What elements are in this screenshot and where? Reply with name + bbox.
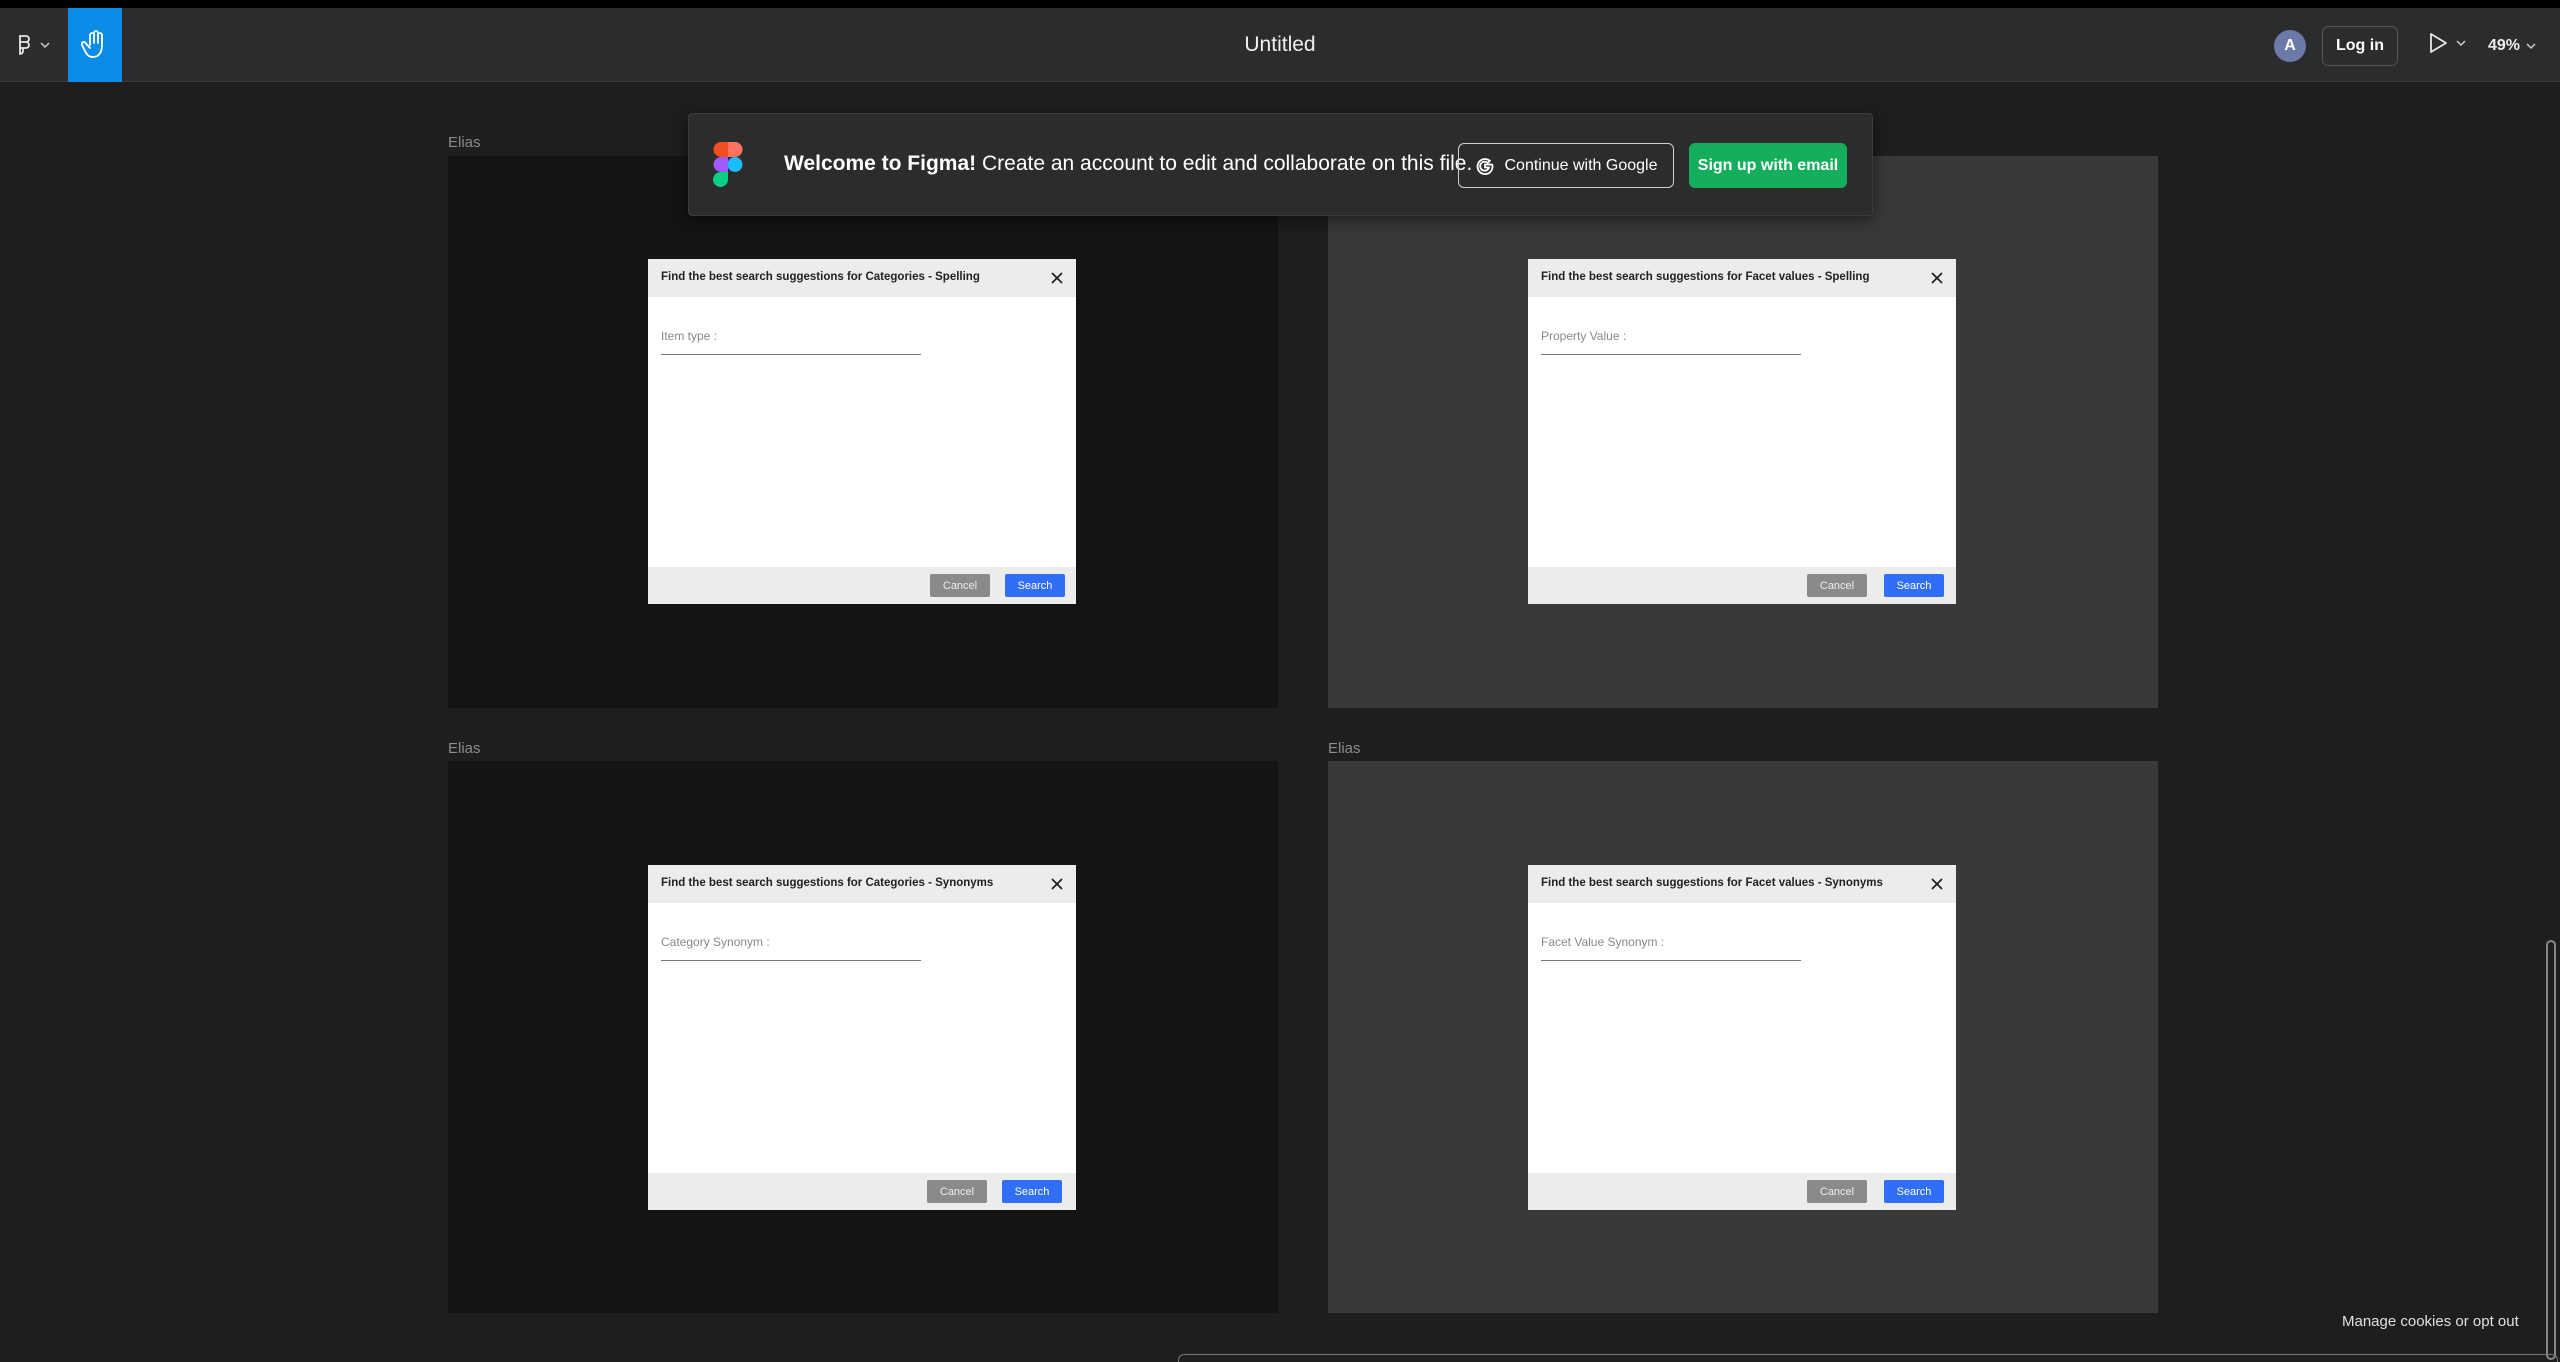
google-button-label: Continue with Google [1504, 156, 1658, 174]
welcome-banner: Welcome to Figma! Create an account to e… [688, 113, 1873, 216]
field-label: Facet Value Synonym : [1541, 935, 1665, 949]
canvas-frame[interactable]: Find the best search suggestions for Cat… [448, 156, 1278, 708]
dialog-footer: Cancel Search [648, 567, 1076, 604]
cancel-button[interactable]: Cancel [927, 1180, 987, 1203]
zoom-level: 49% [2488, 37, 2521, 54]
chevron-down-icon [2456, 40, 2466, 47]
chevron-down-icon [2526, 43, 2536, 50]
welcome-body: Create an account to edit and collaborat… [976, 152, 1473, 175]
search-button[interactable]: Search [1884, 574, 1944, 597]
search-dialog: Find the best search suggestions for Cat… [648, 259, 1076, 604]
welcome-heading: Welcome to Figma! [784, 152, 977, 175]
hand-tool-button[interactable] [68, 8, 122, 82]
input-underline[interactable] [1541, 960, 1801, 961]
google-icon [1476, 157, 1493, 175]
toolbar: Untitled A Log in 49% [0, 8, 2560, 82]
frame-label: Elias [1328, 740, 1361, 757]
scrollbar[interactable] [2546, 940, 2556, 1360]
cancel-button[interactable]: Cancel [930, 574, 990, 597]
bottom-panel-edge [1178, 1354, 2558, 1362]
file-title: Untitled [1244, 33, 1316, 56]
search-button[interactable]: Search [1005, 574, 1065, 597]
input-underline[interactable] [661, 960, 921, 961]
continue-with-google-button[interactable]: Continue with Google [1458, 143, 1674, 188]
frame-label: Elias [448, 134, 481, 151]
figma-logo-icon [713, 142, 743, 187]
zoom-dropdown[interactable]: 49% [2488, 32, 2536, 60]
canvas-frame[interactable]: Find the best search suggestions for Cat… [448, 761, 1278, 1313]
welcome-message: Welcome to Figma! Create an account to e… [784, 152, 1472, 176]
sign-up-with-email-button[interactable]: Sign up with email [1689, 143, 1847, 188]
search-dialog: Find the best search suggestions for Cat… [648, 865, 1076, 1210]
chevron-down-icon [40, 42, 50, 49]
dialog-title: Find the best search suggestions for Cat… [661, 877, 994, 889]
close-icon[interactable] [1928, 269, 1946, 287]
window-top-edge [0, 0, 2560, 8]
field-label: Property Value : [1541, 329, 1627, 343]
dialog-title: Find the best search suggestions for Fac… [1541, 877, 1883, 889]
field-label: Category Synonym : [661, 935, 770, 949]
dialog-footer: Cancel Search [1528, 1173, 1956, 1210]
canvas-frame[interactable]: Find the best search suggestions for Fac… [1328, 156, 2158, 708]
search-dialog: Find the best search suggestions for Fac… [1528, 259, 1956, 604]
cancel-button[interactable]: Cancel [1807, 574, 1867, 597]
main-menu-button[interactable] [14, 30, 58, 60]
dialog-title: Find the best search suggestions for Cat… [661, 271, 980, 283]
dialog-header: Find the best search suggestions for Cat… [648, 865, 1076, 903]
dialog-header: Find the best search suggestions for Cat… [648, 259, 1076, 297]
dialog-title: Find the best search suggestions for Fac… [1541, 271, 1870, 283]
canvas-frame[interactable]: Find the best search suggestions for Fac… [1328, 761, 2158, 1313]
manage-cookies-link[interactable]: Manage cookies or opt out [2342, 1313, 2519, 1330]
search-dialog: Find the best search suggestions for Fac… [1528, 865, 1956, 1210]
present-button[interactable] [2428, 32, 2466, 54]
hand-icon [81, 30, 103, 58]
close-icon[interactable] [1048, 875, 1066, 893]
close-icon[interactable] [1928, 875, 1946, 893]
input-underline[interactable] [1541, 354, 1801, 355]
figma-menu-icon [19, 35, 30, 55]
field-label: Item type : [661, 329, 718, 343]
search-button[interactable]: Search [1884, 1180, 1944, 1203]
frame-label: Elias [448, 740, 481, 757]
dialog-footer: Cancel Search [1528, 567, 1956, 604]
dialog-header: Find the best search suggestions for Fac… [1528, 259, 1956, 297]
log-in-button[interactable]: Log in [2322, 26, 2398, 66]
avatar[interactable]: A [2274, 30, 2306, 62]
search-button[interactable]: Search [1002, 1180, 1062, 1203]
dialog-header: Find the best search suggestions for Fac… [1528, 865, 1956, 903]
dialog-footer: Cancel Search [648, 1173, 1076, 1210]
input-underline[interactable] [661, 354, 921, 355]
close-icon[interactable] [1048, 269, 1066, 287]
play-icon [2430, 33, 2447, 53]
cancel-button[interactable]: Cancel [1807, 1180, 1867, 1203]
